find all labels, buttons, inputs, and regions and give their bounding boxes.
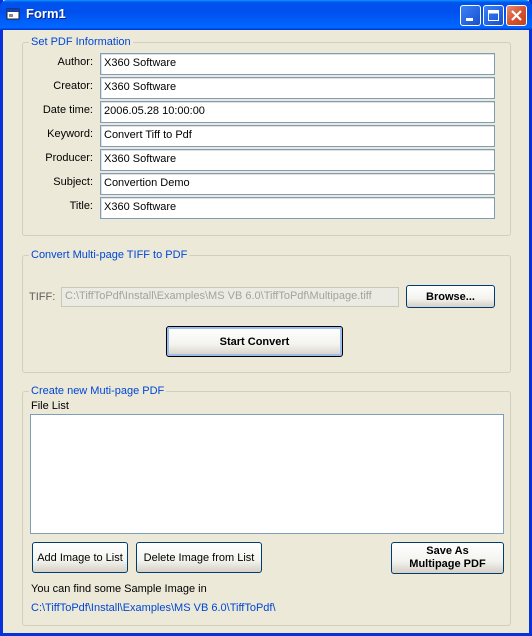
title-field[interactable]: X360 Software (100, 197, 495, 219)
datetime-label: Date time: (42, 104, 93, 116)
creator-label: Creator: (53, 80, 93, 92)
minimize-icon (466, 18, 473, 21)
add-image-button[interactable]: Add Image to List (32, 542, 128, 573)
close-button[interactable] (506, 5, 527, 26)
close-icon (511, 10, 522, 21)
datetime-field[interactable]: 2006.05.28 10:00:00 (100, 101, 495, 123)
window-title: Form1 (26, 6, 66, 21)
maximize-button[interactable] (483, 5, 504, 26)
title-bar[interactable]: Form1 (0, 0, 532, 30)
start-convert-button[interactable]: Start Convert (166, 326, 343, 357)
convert-tiff-group-title: Convert Multi-page TIFF to PDF (29, 249, 190, 261)
subject-label: Subject: (53, 176, 93, 188)
minimize-button[interactable] (460, 5, 481, 26)
author-field[interactable]: X360 Software (100, 53, 495, 75)
author-label: Author: (57, 56, 93, 68)
app-icon (6, 8, 20, 20)
save-label-line1: Save As (426, 545, 469, 557)
keyword-label: Keyword: (47, 128, 93, 140)
creator-field[interactable]: X360 Software (100, 77, 495, 99)
producer-field[interactable]: X360 Software (100, 149, 495, 171)
pdf-info-group-title: Set PDF Information (29, 36, 133, 48)
save-multipage-pdf-button[interactable]: Save As Multipage PDF (391, 542, 504, 574)
browse-button[interactable]: Browse... (406, 285, 495, 308)
file-list-label: File List (31, 400, 69, 412)
tiff-path-field[interactable]: C:\TiffToPdf\Install\Examples\MS VB 6.0\… (61, 287, 399, 307)
producer-label: Producer: (45, 152, 93, 164)
maximize-icon (488, 10, 499, 21)
delete-image-button[interactable]: Delete Image from List (136, 542, 262, 573)
form-window: Form1 Set PDF Information Author: X360 S… (0, 0, 532, 636)
subject-field[interactable]: Convertion Demo (100, 173, 495, 195)
title-label: Title: (69, 200, 93, 212)
sample-path-link[interactable]: C:\TiffToPdf\Install\Examples\MS VB 6.0\… (31, 602, 276, 614)
keyword-field[interactable]: Convert Tiff to Pdf (100, 125, 495, 147)
save-label-line2: Multipage PDF (409, 558, 486, 570)
sample-hint-text: You can find some Sample Image in (31, 583, 207, 595)
tiff-label: TIFF: (29, 291, 56, 303)
file-list-box[interactable] (30, 414, 504, 534)
create-pdf-group-title: Create new Muti-page PDF (29, 385, 167, 397)
